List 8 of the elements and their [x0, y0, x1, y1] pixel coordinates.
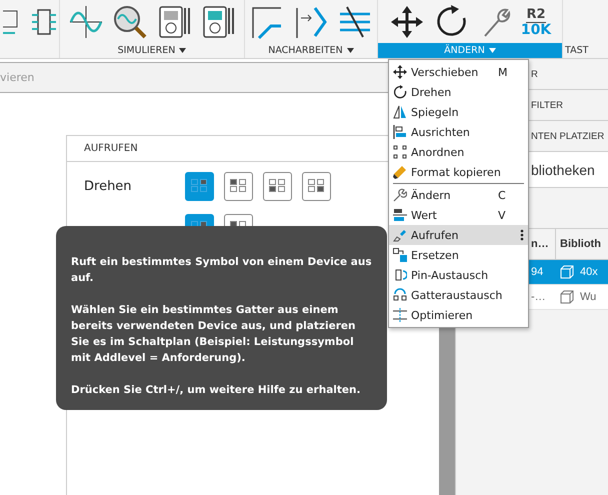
tooltip-text: Drücken Sie Ctrl+/, um weitere Hilfe zu erhalten.	[71, 383, 362, 398]
tooltip-text: Wählen Sie ein bestimmtes Gatter aus einem bereits verwendeten Device aus, und platzieren Sie es im Schaltplan (Beispiel: Leistungssymbol mit Addlevel = Anforderung).	[71, 303, 356, 366]
table-cell: 94	[531, 266, 544, 278]
tooltip-text: Ruft ein bestimmtes Symbol von einem Device aus auf.	[71, 255, 373, 286]
table-cell: Wu	[580, 291, 596, 303]
table-cell: 40x	[580, 266, 598, 278]
table-cell: -…	[531, 291, 546, 303]
row-label: Drehen	[84, 178, 133, 194]
